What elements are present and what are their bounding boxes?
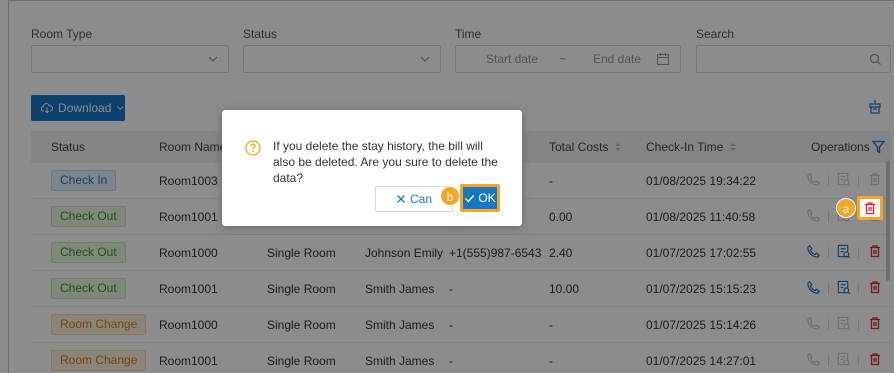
ok-button[interactable]: OK xyxy=(460,184,500,212)
delete-icon xyxy=(865,202,875,215)
annotation-badge-b: b xyxy=(440,186,460,206)
close-icon xyxy=(397,195,405,203)
cancel-label: Can xyxy=(409,192,432,206)
annotation-badge-a: a xyxy=(836,198,856,218)
delete-confirm-dialog: If you delete the stay history, the bill… xyxy=(222,110,522,226)
check-icon xyxy=(465,194,475,203)
ok-label: OK xyxy=(478,191,496,205)
dialog-message: If you delete the stay history, the bill… xyxy=(273,139,498,185)
delete-button-highlighted[interactable] xyxy=(857,196,883,220)
question-icon xyxy=(245,140,261,156)
